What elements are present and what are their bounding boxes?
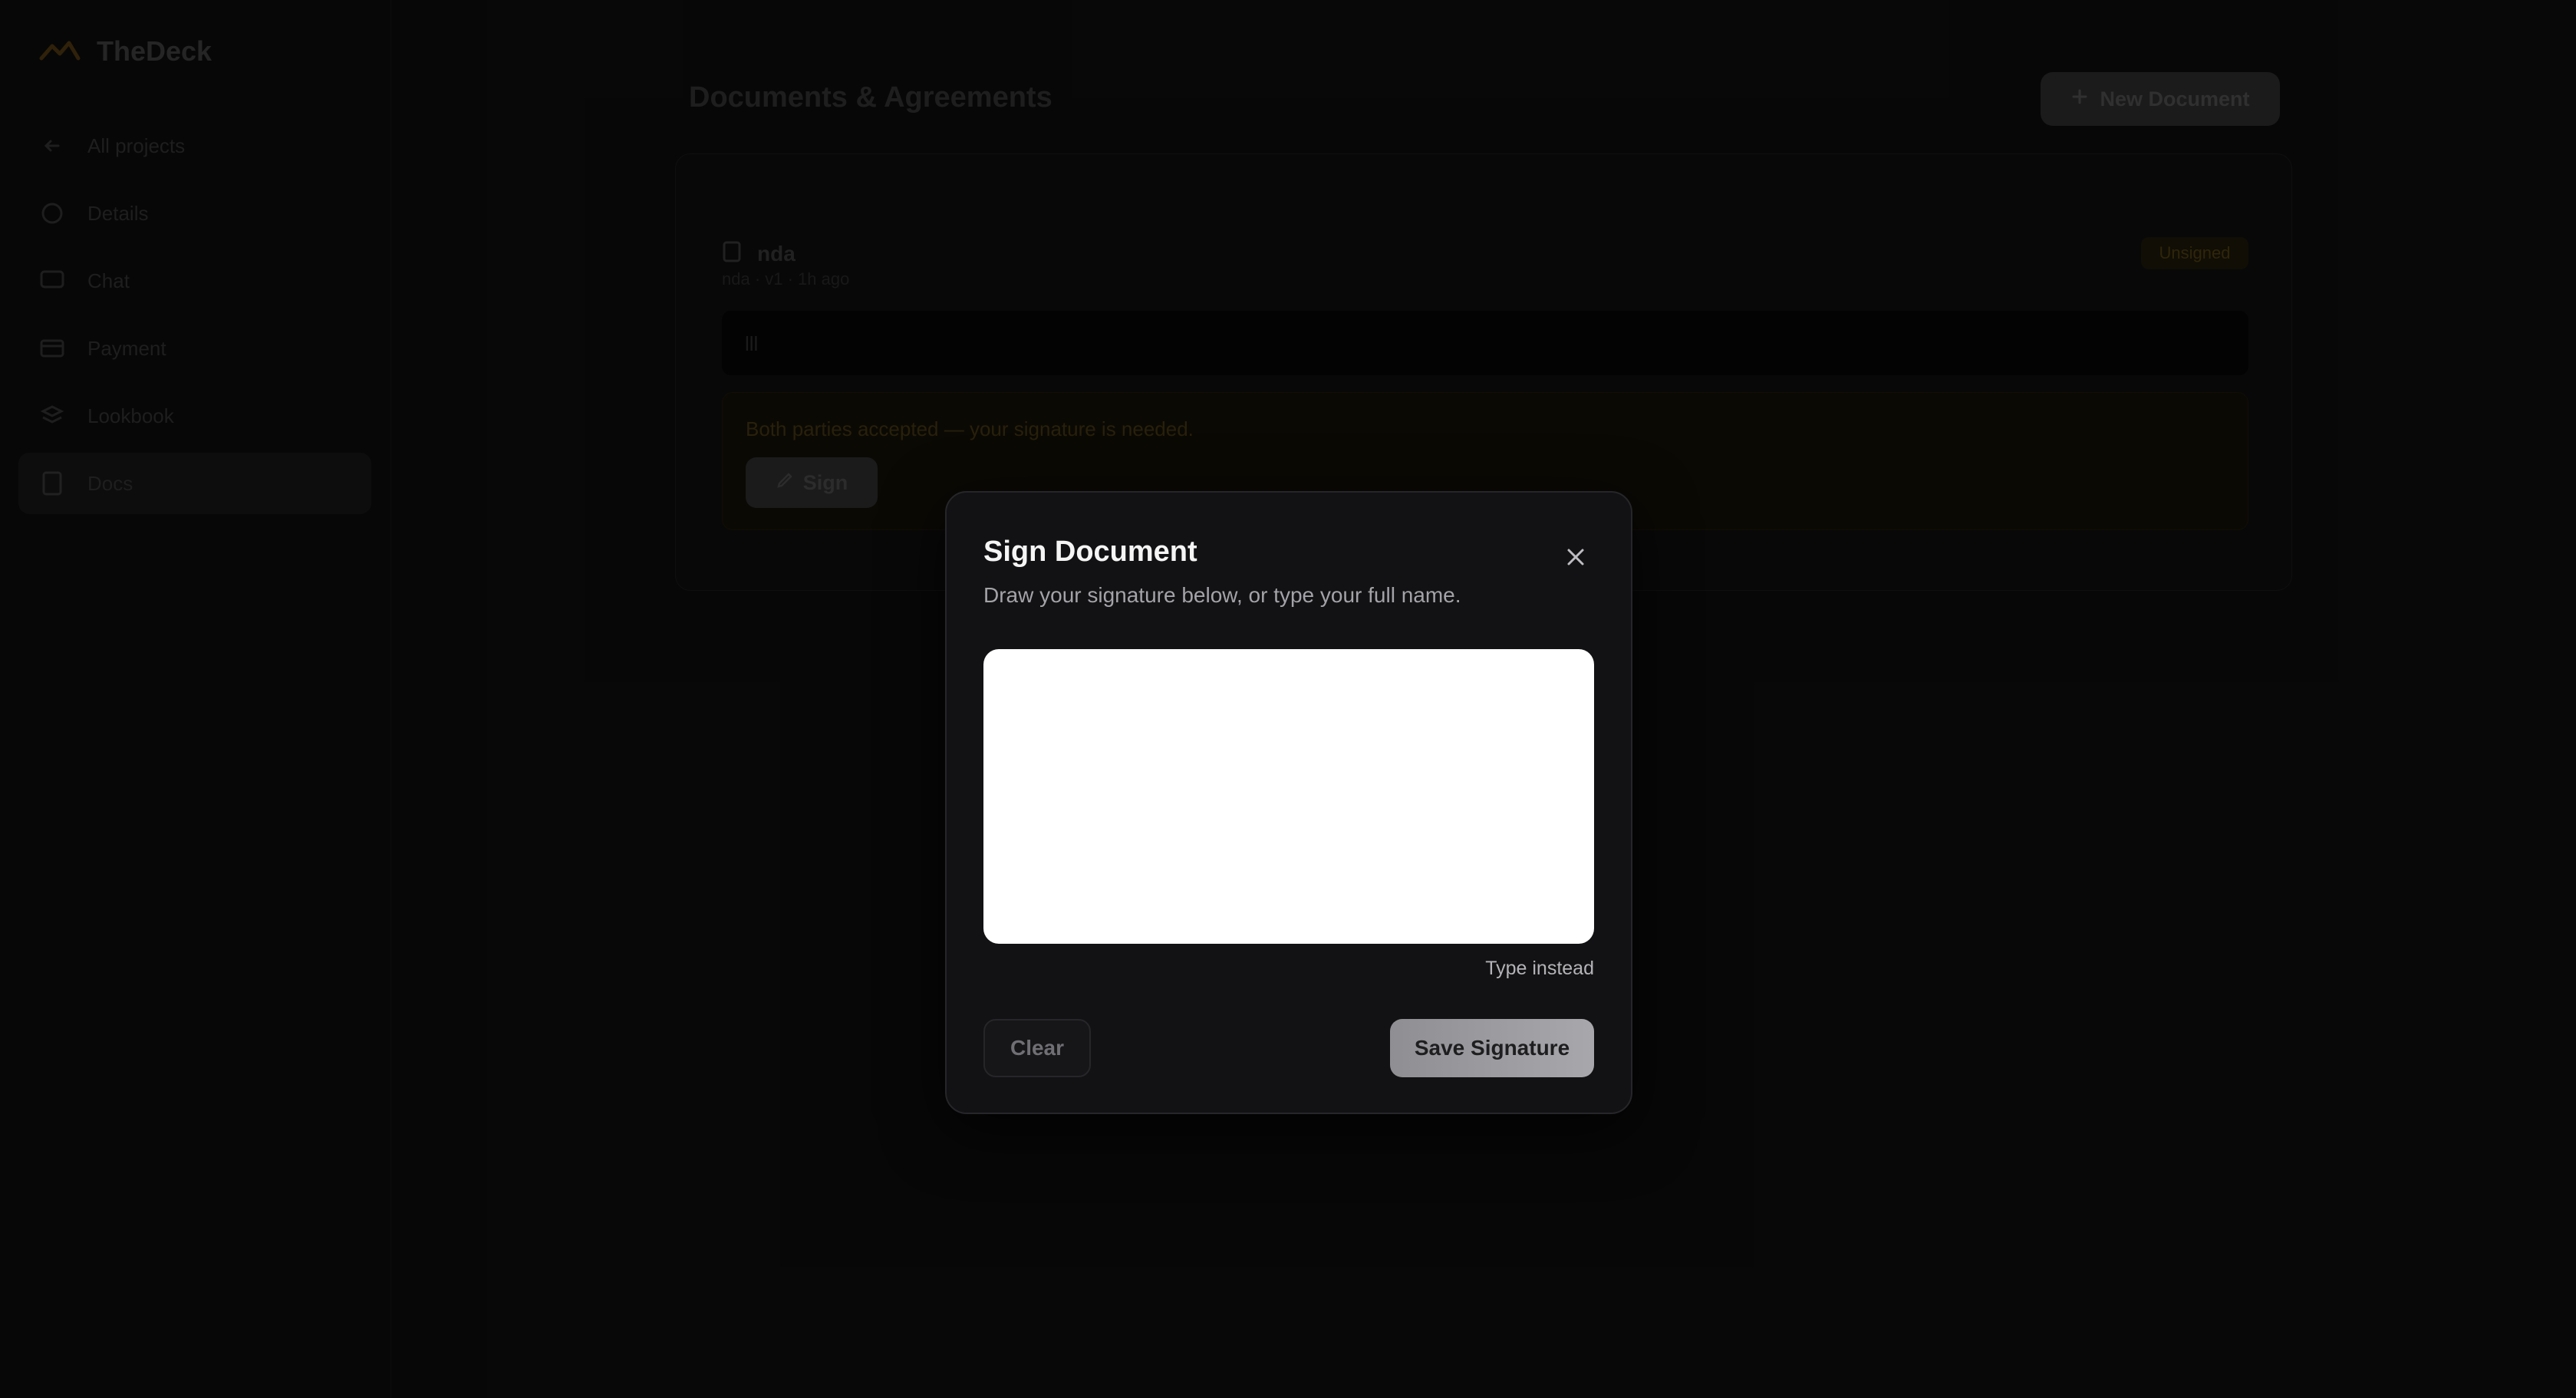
modal-title: Sign Document xyxy=(983,536,1197,568)
modal-subtitle: Draw your signature below, or type your … xyxy=(983,583,1461,607)
close-icon xyxy=(1564,546,1587,572)
sign-document-modal: Sign Document Draw your signature below,… xyxy=(945,491,1632,1114)
save-signature-button[interactable]: Save Signature xyxy=(1390,1019,1594,1077)
type-instead-link[interactable]: Type instead xyxy=(1485,958,1594,980)
close-button[interactable] xyxy=(1553,536,1599,582)
clear-button[interactable]: Clear xyxy=(983,1019,1091,1077)
signature-pad[interactable] xyxy=(983,649,1594,944)
